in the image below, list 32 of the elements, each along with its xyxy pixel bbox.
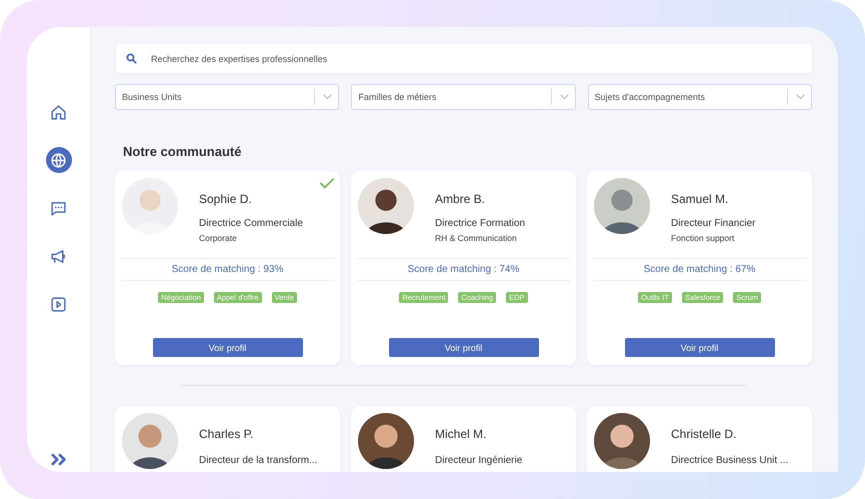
- globe-icon[interactable]: [46, 147, 72, 173]
- search-field[interactable]: Recherchez des expertises professionnelles: [116, 44, 812, 73]
- job-title: Directrice Commerciale: [199, 218, 303, 229]
- person-name: Michel M.: [435, 427, 488, 441]
- matching-score: Score de matching : 67%: [593, 258, 806, 281]
- view-profile-button[interactable]: Voir profil: [624, 338, 774, 357]
- section-title: Notre communauté: [123, 144, 242, 159]
- matching-score: Score de matching : 74%: [357, 258, 570, 281]
- department: RH & Communication: [435, 233, 518, 243]
- dropdown[interactable]: Sujets d'accompagnements: [588, 84, 812, 110]
- job-title: Directeur Ingénierie: [435, 455, 522, 466]
- person-name: Ambre B.: [435, 192, 486, 206]
- job-title: Directeur de la transform...: [199, 455, 318, 466]
- view-profile-button[interactable]: Voir profil: [388, 338, 538, 357]
- chevron-down-icon: [323, 94, 332, 100]
- department: Corporate: [199, 233, 238, 243]
- person-name: Christelle D.: [671, 427, 738, 441]
- job-title: Directrice Business Unit ...: [671, 455, 788, 466]
- view-profile-button[interactable]: Voir profil: [152, 338, 302, 357]
- job-title: Directeur Financier: [671, 218, 756, 229]
- department: Fonction support: [671, 233, 736, 243]
- person-name: Sophie D.: [199, 192, 253, 206]
- dropdown[interactable]: Familles de métiers: [351, 84, 576, 110]
- search-icon: [126, 53, 137, 64]
- matching-score: Score de matching : 93%: [121, 258, 334, 281]
- expand-icon[interactable]: [50, 453, 66, 466]
- chevron-down-icon: [796, 94, 805, 100]
- person-name: Samuel M.: [671, 192, 730, 206]
- dropdown[interactable]: Business Units: [115, 84, 340, 110]
- job-title: Directrice Formation: [435, 218, 526, 229]
- person-name: Charles P.: [199, 427, 254, 441]
- chevron-down-icon: [560, 94, 569, 100]
